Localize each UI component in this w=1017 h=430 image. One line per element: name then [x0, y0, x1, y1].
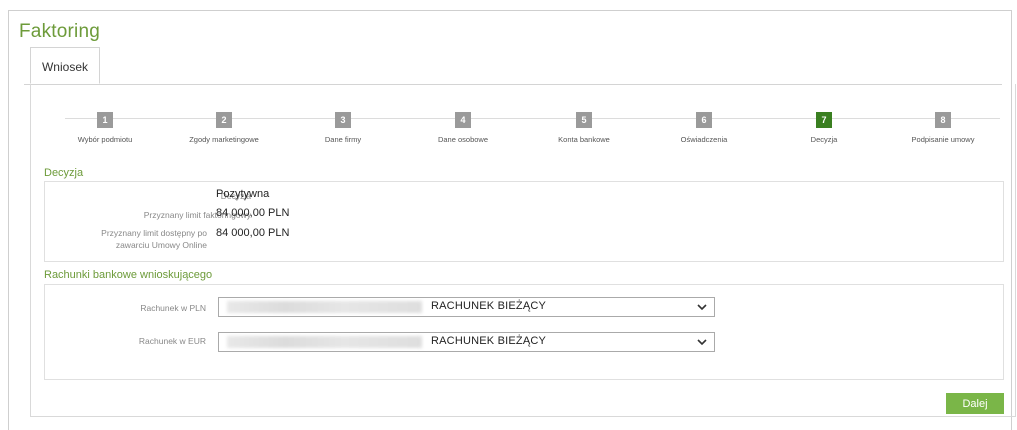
- next-button[interactable]: Dalej: [946, 393, 1004, 414]
- masked-account-number: [227, 336, 422, 348]
- step-1: 1 Wybór podmiotu: [40, 110, 170, 144]
- decision-section-title: Decyzja: [44, 167, 84, 179]
- step-label: Dane firmy: [324, 135, 362, 144]
- step-number: 3: [335, 112, 351, 128]
- step-number: 5: [576, 112, 592, 128]
- decision-value: Pozytywna: [216, 188, 270, 200]
- eur-account-value: RACHUNEK BIEŻĄCY: [431, 335, 547, 347]
- masked-account-number: [227, 301, 422, 313]
- step-label: Konta bankowe: [558, 135, 610, 144]
- step-label: Dane osobowe: [437, 135, 489, 144]
- step-3: 3 Dane firmy: [278, 110, 408, 144]
- step-label: Zgody marketingowe: [189, 135, 259, 144]
- step-number: 1: [97, 112, 113, 128]
- step-5: 5 Konta bankowe: [519, 110, 649, 144]
- eur-account-select[interactable]: RACHUNEK BIEŻĄCY: [218, 332, 715, 352]
- step-8: 8 Podpisanie umowy: [878, 110, 1008, 144]
- eur-account-label: Rachunek w EUR: [138, 336, 206, 346]
- decision-box: Decyzja Pozytywna Przyznany limit faktor…: [44, 181, 1004, 262]
- pln-account-label: Rachunek w PLN: [140, 303, 206, 313]
- limit-value: 84 000,00 PLN: [216, 207, 290, 219]
- tab-bar: Wniosek: [24, 47, 1002, 85]
- step-6: 6 Oświadczenia: [639, 110, 769, 144]
- pln-account-value: RACHUNEK BIEŻĄCY: [431, 300, 547, 312]
- step-number: 4: [455, 112, 471, 128]
- step-number: 7: [816, 112, 832, 128]
- step-label: Oświadczenia: [680, 135, 728, 144]
- available-limit-label: Przyznany limit dostępny po zawarciu Umo…: [101, 228, 207, 250]
- step-number: 6: [696, 112, 712, 128]
- chevron-down-icon: [697, 304, 707, 311]
- pln-account-select[interactable]: RACHUNEK BIEŻĄCY: [218, 297, 715, 317]
- step-7: 7 Decyzja: [759, 110, 889, 144]
- accounts-section-title: Rachunki bankowe wnioskującego: [44, 269, 213, 281]
- chevron-down-icon: [697, 339, 707, 346]
- step-label: Decyzja: [810, 135, 838, 144]
- page-title: Faktoring: [19, 21, 101, 42]
- step-4: 4 Dane osobowe: [398, 110, 528, 144]
- step-number: 8: [935, 112, 951, 128]
- available-limit-value: 84 000,00 PLN: [216, 227, 290, 239]
- step-2: 2 Zgody marketingowe: [159, 110, 289, 144]
- step-number: 2: [216, 112, 232, 128]
- tab-wniosek[interactable]: Wniosek: [30, 47, 100, 84]
- step-label: Podpisanie umowy: [911, 135, 975, 144]
- step-label: Wybór podmiotu: [77, 135, 133, 144]
